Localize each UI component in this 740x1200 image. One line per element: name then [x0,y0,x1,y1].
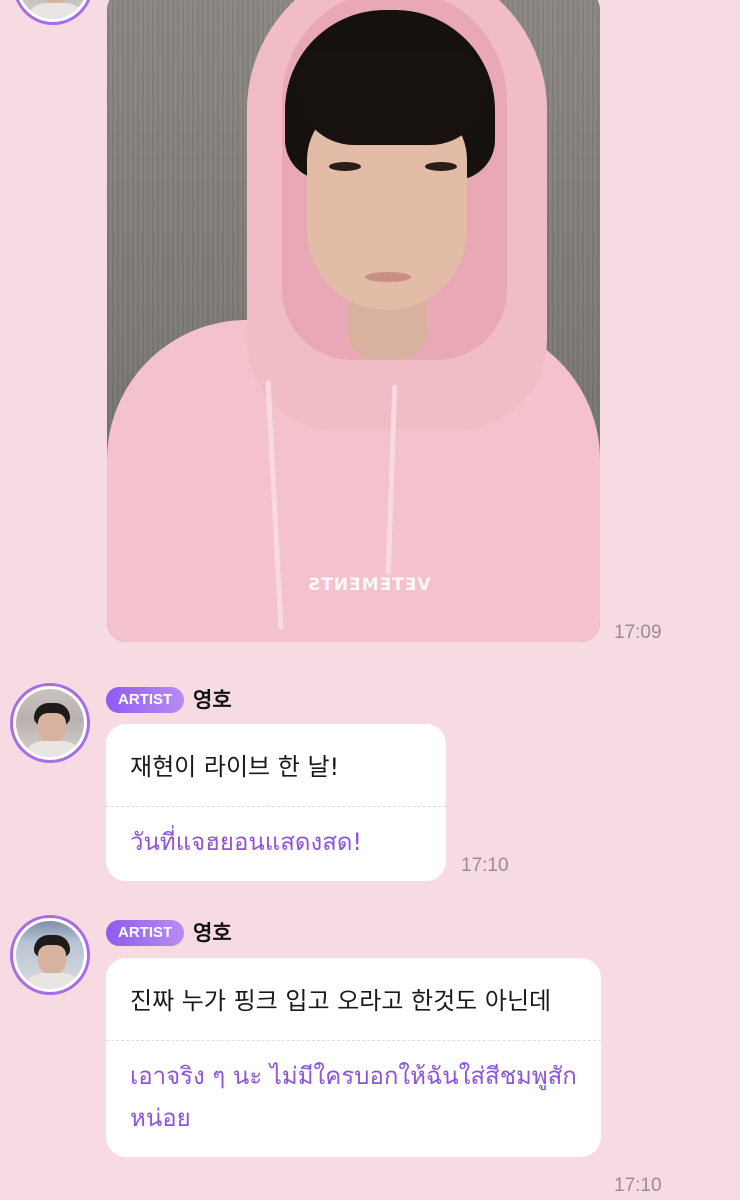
translation-text: เอาจริง ๆ นะ ไม่มีใครบอกให้ฉันใส่สีชมพูส… [130,1062,577,1132]
message-timestamp: 17:10 [614,1175,662,1196]
photo-mouth [365,272,411,282]
artist-avatar[interactable] [10,915,90,995]
message-timestamp: 17:10 [461,855,509,876]
message-bubble[interactable]: 진짜 누가 핑크 입고 오라고 한것도 아닌데 เอาจริง ๆ นะ ไม่… [106,958,601,1157]
message-bubble[interactable]: 재현이 라이브 한 날! วันที่แจฮยอนแสดงสด! [106,724,446,881]
hoodie-logo: VETEMENTS [307,575,431,595]
photo-bangs [297,50,487,145]
avatar-photo [16,689,84,757]
avatar-photo [19,0,87,19]
message-text: 재현이 라이브 한 날! [130,753,340,781]
translation-text: วันที่แจฮยอนแสดงสด! [130,828,363,856]
artist-badge: ARTIST [106,687,185,713]
message-text: 진짜 누가 핑크 입고 오라고 한것도 아닌데 [130,987,552,1015]
artist-avatar-top[interactable] [13,0,93,25]
sender-name: 영호 [193,921,232,945]
photo-timestamp: 17:09 [614,622,662,643]
artist-badge: ARTIST [106,920,185,946]
avatar-photo [16,921,84,989]
sender-name: 영호 [193,688,232,712]
artist-avatar[interactable] [10,683,90,763]
photo-eye-left [329,162,361,171]
photo-eye-right [425,162,457,171]
photo-message[interactable]: VETEMENTS [107,0,600,642]
